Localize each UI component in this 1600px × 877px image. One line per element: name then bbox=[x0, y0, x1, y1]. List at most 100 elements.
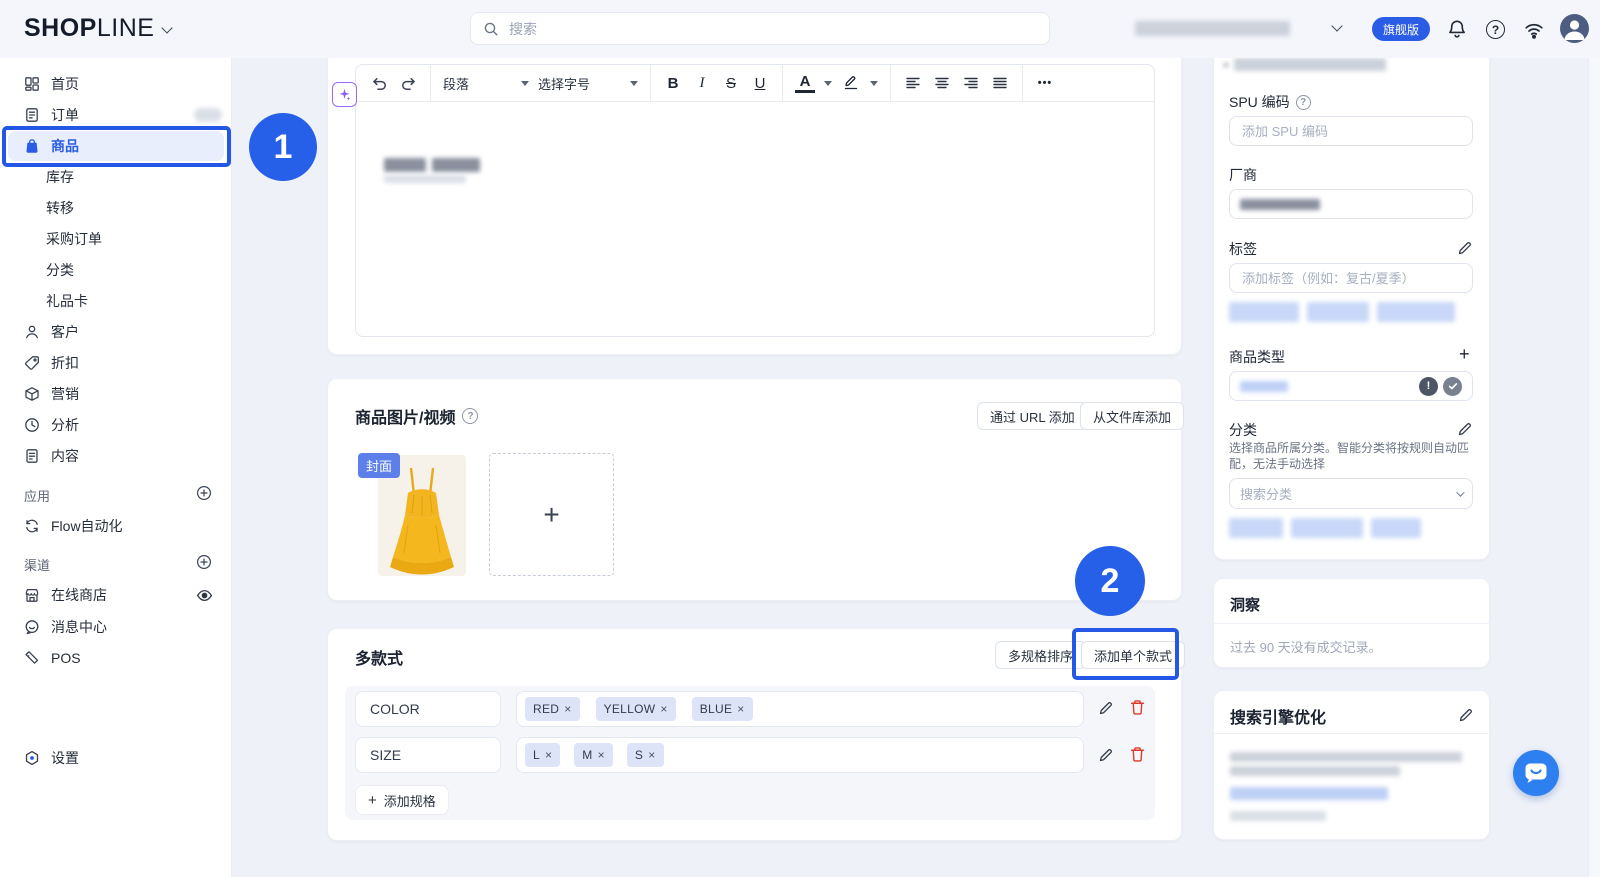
add-single-variant-button[interactable]: 添加单个款式 bbox=[1081, 641, 1185, 669]
sidebar-item-message-center[interactable]: 消息中心 bbox=[8, 612, 224, 642]
content-icon bbox=[24, 448, 40, 464]
scrollbar-track[interactable] bbox=[1588, 58, 1600, 877]
vendor-input[interactable] bbox=[1229, 189, 1473, 219]
chevron-down-icon[interactable] bbox=[161, 22, 172, 33]
toolbar-divider bbox=[1022, 65, 1023, 101]
font-size-dropdown[interactable]: 选择字号 bbox=[538, 74, 638, 93]
redo-button[interactable] bbox=[398, 71, 418, 95]
sidebar-item-gift-cards[interactable]: 礼品卡 bbox=[8, 286, 224, 316]
sidebar-item-transfers[interactable]: 转移 bbox=[8, 193, 224, 223]
italic-button[interactable]: I bbox=[692, 71, 712, 95]
help-icon[interactable]: ? bbox=[462, 408, 478, 424]
help-icon[interactable]: ? bbox=[1296, 95, 1311, 110]
redacted-store-name[interactable] bbox=[1135, 21, 1290, 36]
warning-icon[interactable]: ! bbox=[1419, 377, 1438, 396]
sidebar-item-orders[interactable]: 订单 bbox=[8, 100, 224, 130]
sidebar-item-settings[interactable]: 设置 bbox=[8, 743, 224, 773]
avatar[interactable] bbox=[1560, 14, 1589, 43]
sidebar-item-online-store[interactable]: 在线商店 bbox=[8, 580, 224, 610]
sidebar-item-customers[interactable]: 客户 bbox=[8, 317, 224, 347]
network-status-icon[interactable] bbox=[1524, 20, 1544, 40]
underline-button[interactable]: U bbox=[750, 71, 770, 95]
eye-preview-icon[interactable] bbox=[196, 587, 212, 603]
sidebar-item-content[interactable]: 内容 bbox=[8, 441, 224, 471]
align-center-button[interactable] bbox=[932, 71, 952, 95]
check-icon[interactable] bbox=[1443, 377, 1462, 396]
add-spec-button[interactable]: + 添加规格 bbox=[355, 785, 449, 815]
spu-input[interactable] bbox=[1240, 123, 1462, 140]
sidebar-item-flow-automation[interactable]: Flow自动化 bbox=[8, 511, 224, 541]
redacted-orders-badge bbox=[194, 108, 222, 122]
sidebar-item-discounts[interactable]: 折扣 bbox=[8, 348, 224, 378]
divider bbox=[1214, 733, 1491, 734]
remove-chip-icon[interactable]: × bbox=[648, 748, 655, 762]
remove-chip-icon[interactable]: × bbox=[598, 748, 605, 762]
paragraph-style-dropdown[interactable]: 段落 bbox=[443, 74, 529, 93]
edit-tags-icon[interactable] bbox=[1457, 240, 1473, 256]
option-name-field[interactable]: COLOR bbox=[355, 691, 501, 727]
category-select[interactable]: 搜索分类 bbox=[1229, 478, 1473, 509]
sidebar-item-purchase-orders[interactable]: 采购订单 bbox=[8, 224, 224, 254]
chevron-down-icon[interactable] bbox=[1331, 20, 1342, 31]
sidebar-item-pos[interactable]: POS bbox=[8, 643, 224, 673]
support-chat-button[interactable] bbox=[1513, 750, 1559, 796]
edit-seo-icon[interactable] bbox=[1458, 707, 1474, 723]
remove-chip-icon[interactable]: × bbox=[737, 702, 744, 716]
option-value-chip[interactable]: BLUE× bbox=[692, 697, 753, 721]
option-value-chip[interactable]: RED× bbox=[525, 697, 580, 721]
edit-option-icon[interactable] bbox=[1098, 747, 1114, 763]
edit-option-icon[interactable] bbox=[1098, 700, 1114, 716]
highlight-color-button[interactable] bbox=[841, 71, 861, 95]
sidebar-item-inventory[interactable]: 库存 bbox=[8, 162, 224, 192]
sidebar-section-channels: 渠道 bbox=[24, 554, 50, 574]
category-label: 分类 bbox=[1229, 420, 1257, 440]
more-options-button[interactable]: ••• bbox=[1035, 71, 1055, 95]
sort-specs-button[interactable]: 多规格排序 bbox=[995, 641, 1086, 669]
chevron-down-icon[interactable] bbox=[870, 81, 878, 86]
undo-button[interactable] bbox=[369, 71, 389, 95]
remove-chip-icon[interactable]: × bbox=[660, 702, 667, 716]
sidebar-item-analytics[interactable]: 分析 bbox=[8, 410, 224, 440]
editor-content-area[interactable] bbox=[356, 102, 1154, 337]
add-app-icon[interactable] bbox=[196, 485, 212, 501]
strikethrough-button[interactable]: S bbox=[721, 71, 741, 95]
sidebar-item-marketing[interactable]: 营销 bbox=[8, 379, 224, 409]
shopline-logo[interactable]: SHOPLINE bbox=[24, 14, 154, 43]
sidebar-item-collections[interactable]: 分类 bbox=[8, 255, 224, 285]
remove-chip-icon[interactable]: × bbox=[564, 702, 571, 716]
product-type-input[interactable]: ! bbox=[1229, 371, 1473, 401]
option-values-field[interactable]: L× M× S× bbox=[516, 737, 1084, 773]
option-value-chip[interactable]: M× bbox=[574, 743, 613, 767]
chevron-down-icon[interactable] bbox=[824, 81, 832, 86]
help-icon[interactable]: ? bbox=[1486, 20, 1505, 39]
option-value-chip[interactable]: YELLOW× bbox=[596, 697, 676, 721]
sidebar-item-home[interactable]: 首页 bbox=[8, 69, 224, 99]
search-input[interactable] bbox=[507, 20, 1037, 38]
add-product-type-icon[interactable]: + bbox=[1459, 344, 1470, 365]
insights-card: 洞察 过去 90 天没有成交记录。 bbox=[1213, 578, 1490, 668]
option-value-chip[interactable]: L× bbox=[525, 743, 560, 767]
align-right-button[interactable] bbox=[961, 71, 981, 95]
add-media-tile[interactable]: + bbox=[489, 453, 614, 576]
align-justify-button[interactable] bbox=[990, 71, 1010, 95]
option-name-field[interactable]: SIZE bbox=[355, 737, 501, 773]
redacted-text bbox=[384, 175, 466, 183]
add-from-library-button[interactable]: 从文件库添加 bbox=[1080, 402, 1184, 430]
align-left-button[interactable] bbox=[903, 71, 923, 95]
text-color-button[interactable]: A bbox=[795, 73, 815, 93]
tags-input[interactable] bbox=[1240, 270, 1462, 287]
sidebar-item-products[interactable]: 商品 bbox=[8, 131, 224, 161]
delete-option-icon[interactable] bbox=[1129, 746, 1146, 768]
option-values-field[interactable]: RED× YELLOW× BLUE× bbox=[516, 691, 1084, 727]
notifications-bell-icon[interactable] bbox=[1447, 19, 1467, 39]
tags-label: 标签 bbox=[1229, 239, 1257, 259]
global-search[interactable] bbox=[470, 12, 1050, 45]
add-by-url-button[interactable]: 通过 URL 添加 bbox=[977, 402, 1088, 430]
ai-assistant-button[interactable] bbox=[332, 82, 357, 107]
add-channel-icon[interactable] bbox=[196, 554, 212, 570]
edit-category-icon[interactable] bbox=[1457, 421, 1473, 437]
bold-button[interactable]: B bbox=[663, 71, 683, 95]
remove-chip-icon[interactable]: × bbox=[545, 748, 552, 762]
option-value-chip[interactable]: S× bbox=[627, 743, 664, 767]
delete-option-icon[interactable] bbox=[1129, 699, 1146, 721]
